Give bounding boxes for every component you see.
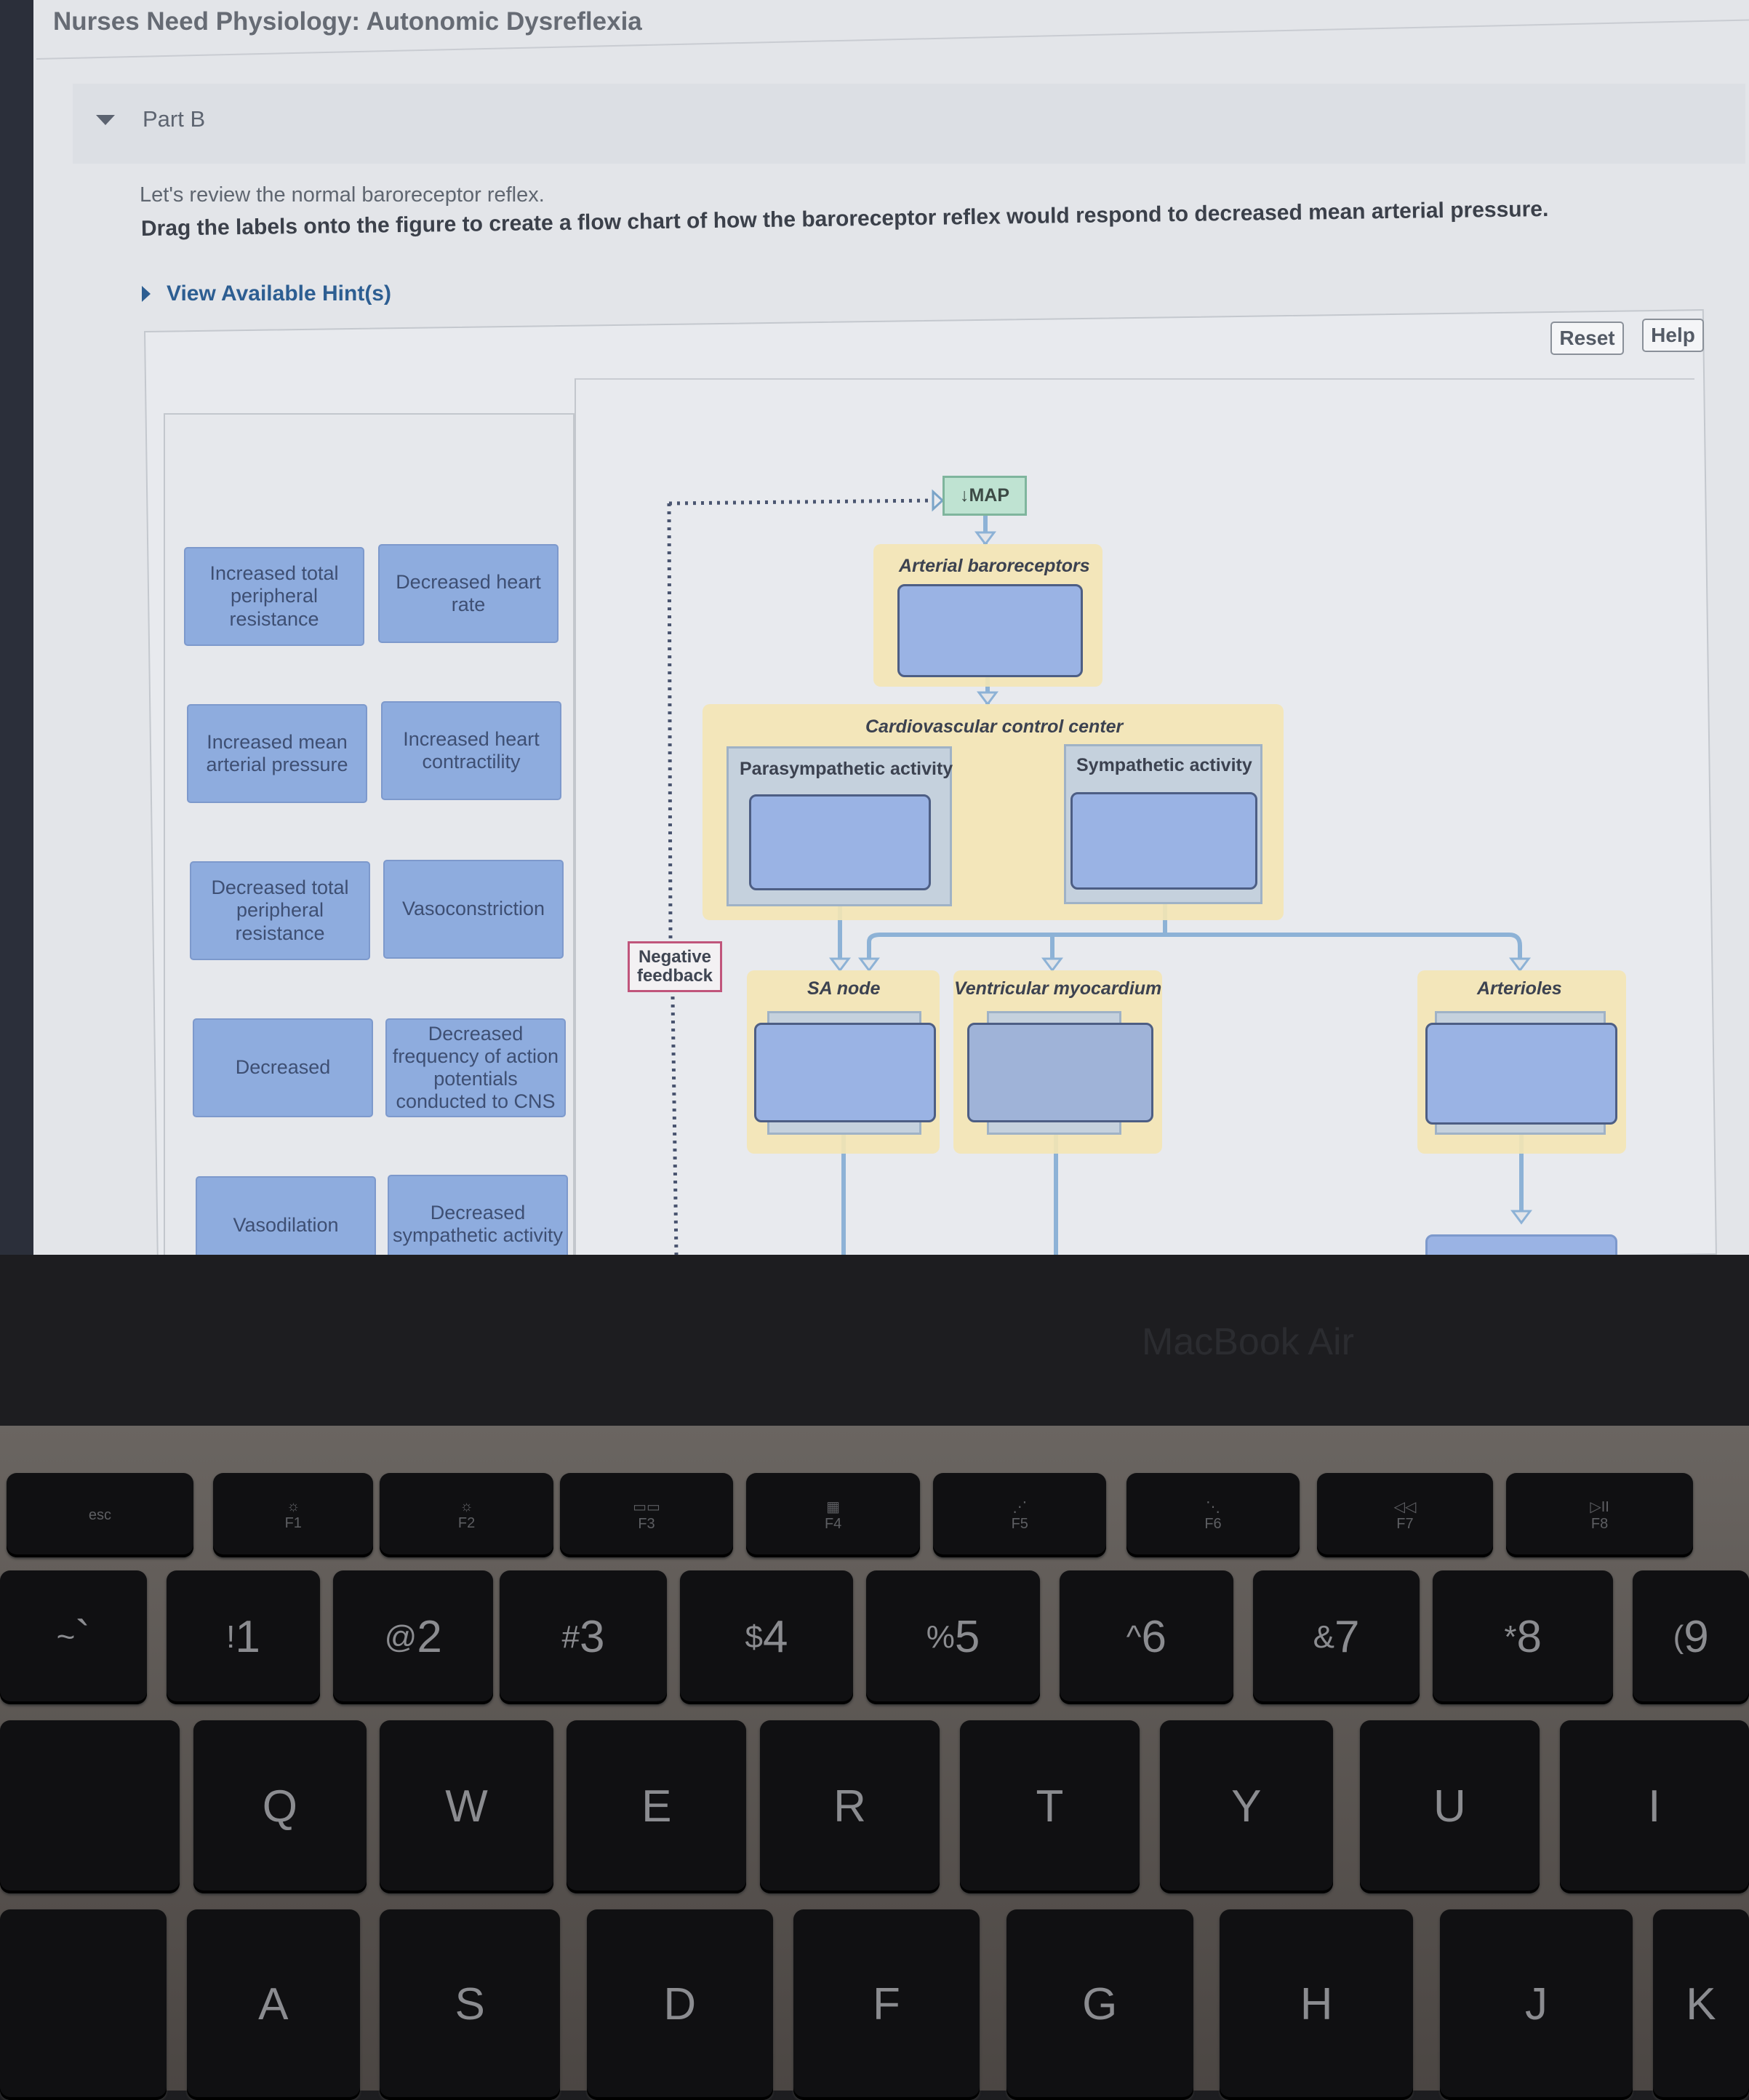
key-symbol: ^ [1126,1618,1142,1655]
key-symbol: ~ [56,1618,76,1655]
key-symbol: ( [1673,1618,1684,1655]
key-label: F5 [1011,1516,1028,1533]
key-symbol: & [1313,1618,1335,1655]
keyboard-key[interactable]: J [1439,1909,1633,2100]
key-label: 3 [579,1611,605,1662]
key-symbol: ◁◁ [1393,1499,1417,1516]
keyboard-key[interactable]: Y [1159,1720,1333,1893]
negative-feedback-label: Negative feedback [628,941,722,992]
keyboard-key[interactable]: T [959,1720,1140,1893]
key-symbol: ▦ [826,1499,841,1516]
drop-target-sympathetic[interactable] [1070,792,1257,890]
key-label: F6 [1204,1516,1222,1533]
key-label: 9 [1684,1611,1709,1662]
key-symbol: % [926,1618,955,1655]
device-brand: MacBook Air [1142,1321,1354,1363]
keyboard-key[interactable]: ! 1 [167,1570,320,1704]
key-label: F1 [284,1515,302,1532]
key-label: 5 [954,1611,980,1662]
key-label: 1 [235,1611,260,1662]
key-symbol: ! [226,1618,236,1655]
arterioles-label: Arterioles [1477,978,1562,999]
keyboard-key[interactable]: Q [193,1720,367,1893]
screen: Nurses Need Physiology: Autonomic Dysref… [0,0,1749,1255]
keyboard-key[interactable]: ▦ F4 [746,1473,920,1557]
keyboard-key[interactable]: F [793,1909,980,2100]
keyboard-key[interactable]: I [1559,1720,1749,1893]
key-label: F2 [457,1515,476,1532]
keyboard-key[interactable]: ^ 6 [1060,1570,1233,1704]
drop-target-parasympathetic[interactable] [749,794,931,890]
keyboard-key[interactable]: esc [7,1473,193,1557]
keyboard-key[interactable]: S [380,1909,560,2100]
keyboard-key[interactable]: U [1359,1720,1540,1893]
sa-node-label: SA node [807,978,881,999]
key-symbol: * [1504,1618,1517,1655]
keyboard-key[interactable]: H [1220,1909,1413,2100]
keyboard-key[interactable]: A [186,1909,360,2100]
arrowhead-icon [932,489,945,512]
keyboard-key[interactable]: @2 [333,1570,494,1704]
key-symbol: @ [384,1618,417,1655]
key-label: 7 [1334,1611,1360,1662]
parasympathetic-label: Parasympathetic activity [740,759,953,779]
key-symbol: ☼ [287,1498,300,1515]
key-symbol: ⋱ [1206,1499,1221,1516]
key-symbol: ☼ [460,1498,473,1515]
keyboard-key[interactable]: K [1652,1909,1749,2100]
key-label: 8 [1516,1611,1542,1662]
keyboard-key[interactable]: D [586,1909,774,2100]
keyboard-key[interactable]: ☼ F2 [380,1473,553,1557]
keyboard-key[interactable] [0,1909,167,2100]
keyboard-key[interactable]: % 5 [866,1570,1040,1704]
drop-target-ventricular[interactable] [967,1023,1153,1122]
drop-target-baroreceptors[interactable] [897,584,1083,677]
key-label: 6 [1141,1611,1166,1662]
keyboard-key[interactable]: ◁◁ F7 [1317,1473,1493,1557]
key-symbol: ⋰ [1012,1499,1028,1516]
keyboard-key[interactable]: & 7 [1253,1570,1420,1704]
keyboard-key[interactable]: E [567,1720,747,1893]
feedback-dotted-line [668,498,934,506]
keyboard-key[interactable]: ☼ F1 [213,1473,374,1557]
keyboard-key[interactable]: #3 [500,1570,667,1704]
key-label: esc [88,1506,112,1523]
ventricular-label: Ventricular myocardium [954,978,1162,999]
key-symbol: $ [745,1618,763,1655]
control-center-label: Cardiovascular control center [865,716,1124,737]
drop-target-arterioles-output[interactable] [1425,1234,1617,1255]
keyboard-key[interactable]: G [1006,1909,1193,2100]
map-node: ↓MAP [942,476,1027,516]
drop-target-arterioles[interactable] [1425,1023,1617,1125]
drop-target-sa-node[interactable] [754,1023,936,1122]
keyboard-key[interactable]: ⋱ F6 [1126,1473,1300,1557]
keyboard-key[interactable]: * 8 [1433,1570,1613,1704]
key-label: ` [75,1611,90,1662]
feedback-dotted-line [667,503,679,1255]
key-symbol: # [561,1618,580,1655]
keyboard-key[interactable]: W [380,1720,553,1893]
key-label: F7 [1396,1516,1414,1533]
keyboard-key[interactable] [0,1720,180,1893]
key-label: 2 [417,1611,442,1662]
keyboard-key[interactable]: ▭▭ F3 [559,1473,734,1557]
sympathetic-label: Sympathetic activity [1076,755,1252,775]
key-symbol: ▷II [1590,1499,1609,1516]
key-symbol: ▭▭ [633,1499,660,1516]
keyboard-key[interactable]: R [759,1720,940,1893]
keyboard-key[interactable]: ▷II F8 [1506,1473,1693,1557]
keyboard-key[interactable]: $4 [679,1570,854,1704]
keyboard-key[interactable]: (9 [1633,1570,1749,1704]
key-label: F8 [1590,1516,1609,1533]
arterial-baroreceptors-label: Arterial baroreceptors [899,556,1090,576]
keyboard-key[interactable]: ~ ` [0,1570,147,1704]
key-label: 4 [762,1611,788,1662]
key-label: F3 [638,1516,655,1533]
keyboard-key[interactable]: ⋰ F5 [933,1473,1107,1557]
key-label: F4 [824,1516,842,1533]
